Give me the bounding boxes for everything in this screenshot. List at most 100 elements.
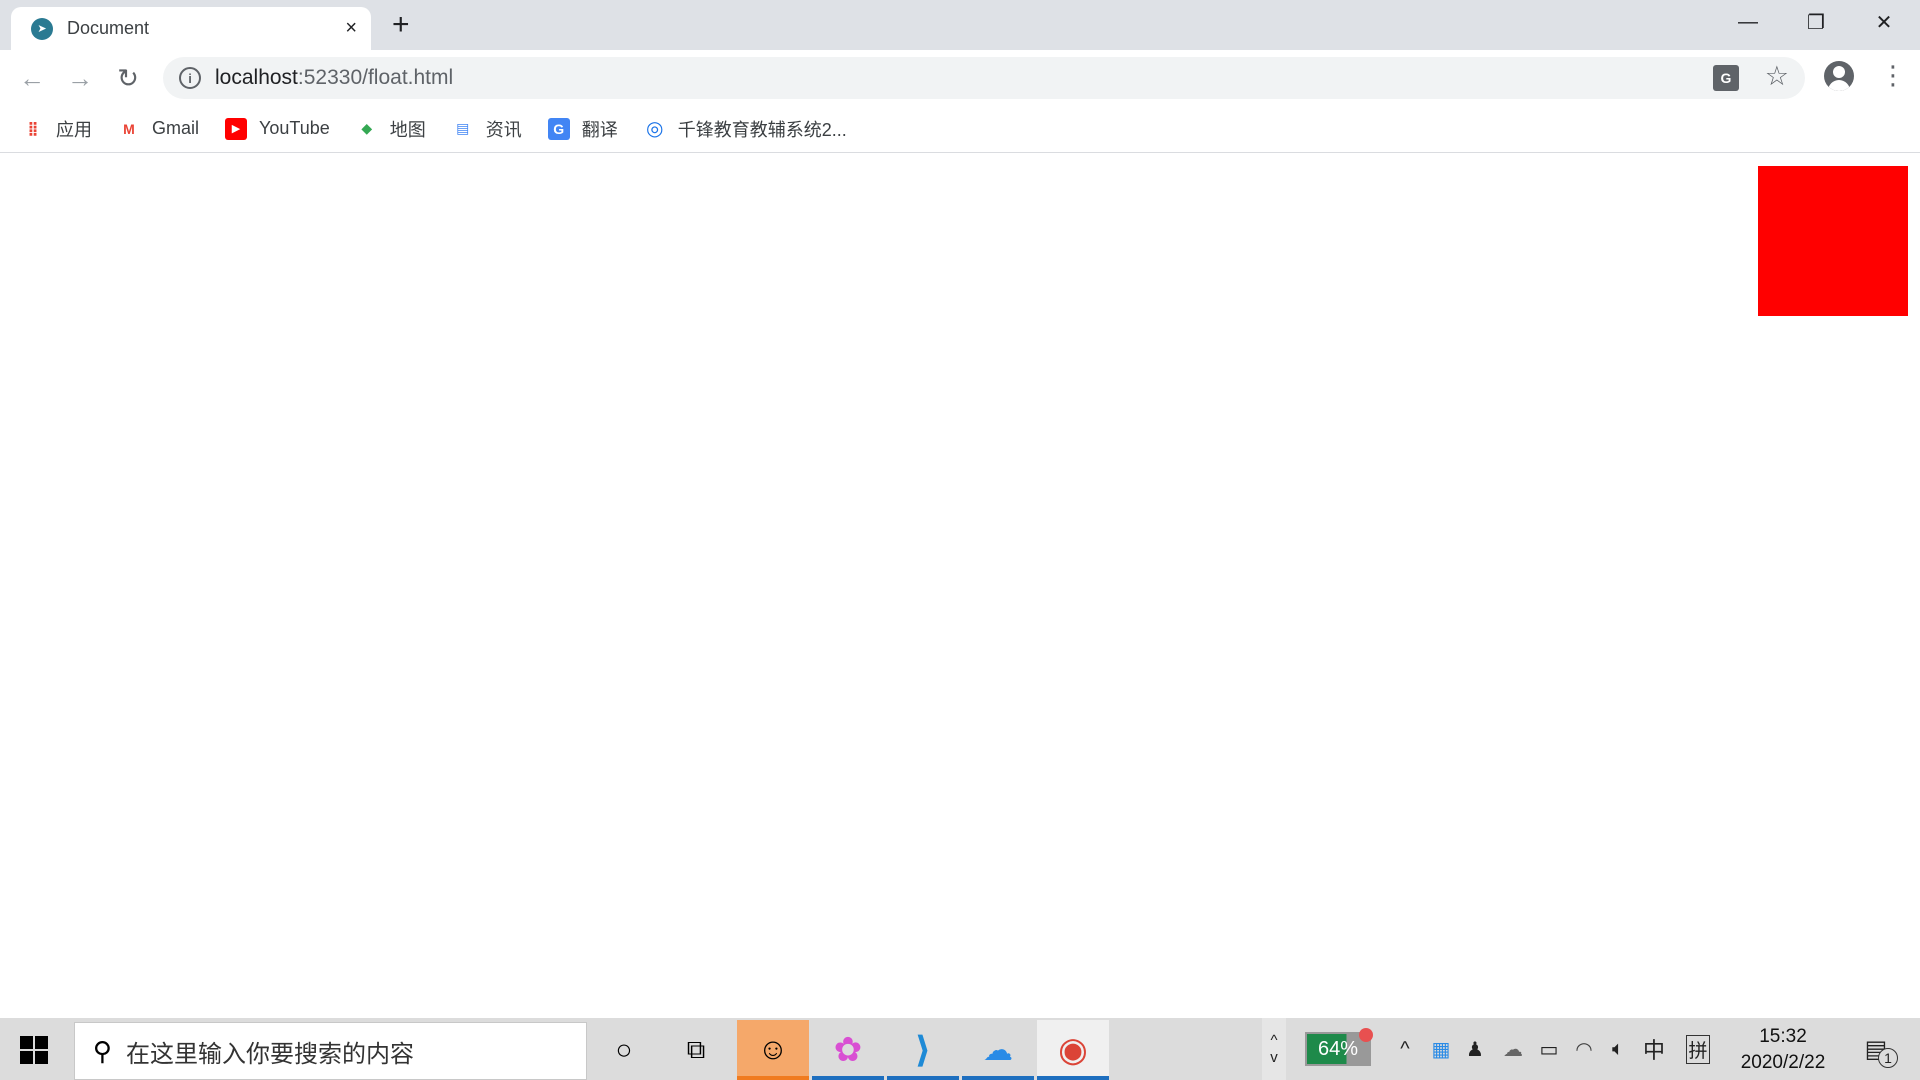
tab-document[interactable]: ➤ Document × [11, 7, 371, 50]
url-host: localhost [215, 66, 298, 89]
ime-mode-label: 拼 [1686, 1034, 1710, 1064]
taskbar-app-avatar[interactable]: ☺ [737, 1020, 809, 1080]
reload-icon: ↻ [117, 62, 139, 93]
bookmark-news[interactable]: ▤ 资讯 [452, 116, 522, 142]
search-placeholder: 在这里输入你要搜索的内容 [126, 1040, 415, 1068]
minimize-icon: — [1738, 10, 1758, 33]
battery-percent: 64% [1317, 1037, 1359, 1060]
running-indicator [812, 1076, 884, 1080]
bookmark-maps[interactable]: ◆ 地图 [356, 116, 425, 142]
avatar-app-icon: ☺ [757, 1033, 789, 1066]
apps-grid-icon: ⣿ [27, 120, 39, 136]
tray-volume[interactable]: 🔈︎ [1604, 1018, 1632, 1080]
url-path: :52330/float.html [297, 66, 454, 89]
chevron-up-icon: ^ [1400, 1037, 1410, 1060]
task-view-icon: ⧉ [686, 1034, 706, 1064]
bookmark-label: YouTube [259, 118, 330, 138]
bookmark-youtube[interactable]: ▶ YouTube [225, 117, 330, 140]
profile-avatar-icon[interactable] [1824, 61, 1854, 91]
running-indicator [962, 1076, 1034, 1080]
avatar-body [1828, 80, 1850, 91]
close-window-button[interactable]: ✕ [1850, 0, 1918, 44]
close-tab-icon[interactable]: × [345, 17, 357, 40]
tray-qq[interactable]: ♟ [1462, 1018, 1488, 1080]
wifi-icon: ◠ [1575, 1038, 1593, 1061]
scroll-down-icon[interactable]: v [1270, 1049, 1278, 1066]
notification-count-badge: 1 [1878, 1048, 1898, 1068]
page-content [0, 154, 1920, 1018]
url-text[interactable]: localhost:52330/float.html [215, 66, 453, 90]
bookmark-label: 千锋教育教辅系统2... [677, 119, 847, 140]
qq-penguin-icon: ♟ [1466, 1038, 1484, 1061]
show-hidden-icons-button[interactable]: ^ [1392, 1018, 1418, 1080]
battery-icon: ▭ [1539, 1038, 1559, 1061]
ime-language[interactable]: 中 [1640, 1018, 1668, 1080]
taskbar-search-input[interactable]: ⚲ 在这里输入你要搜索的内容 [74, 1022, 587, 1080]
running-indicator [1037, 1076, 1109, 1080]
restore-icon: ❐ [1807, 11, 1825, 34]
cloud-sync-icon: ▦ [1431, 1038, 1451, 1061]
maps-icon: ◆ [361, 120, 373, 136]
site-info-icon[interactable]: i [179, 67, 201, 89]
tab-title: Document [67, 18, 150, 38]
avatar-head [1833, 66, 1845, 78]
ime-language-label: 中 [1642, 1038, 1665, 1063]
bookmark-star-icon[interactable]: ☆ [1765, 61, 1789, 92]
tab-strip: ➤ Document × + — ❐ ✕ [0, 0, 1920, 50]
taskbar-app-chrome[interactable]: ◉ [1037, 1020, 1109, 1080]
gmail-icon: M [123, 120, 135, 137]
onedrive-cloud-icon: ☁ [1503, 1038, 1523, 1061]
action-center-button[interactable]: ▤ 1 [1856, 1018, 1898, 1080]
bookmark-label: 翻译 [581, 119, 618, 140]
page-favicon-icon: ➤ [31, 17, 53, 40]
tray-wifi[interactable]: ◠ [1570, 1018, 1598, 1080]
taskbar-app-vscode[interactable]: ⟩ [887, 1020, 959, 1080]
translate-page-icon[interactable]: G [1713, 65, 1739, 91]
news-icon: ▤ [456, 120, 470, 136]
bookmark-label: 资讯 [485, 119, 522, 140]
notification-dot [1359, 1028, 1373, 1042]
minimize-button[interactable]: — [1714, 0, 1782, 44]
task-view-button[interactable]: ⧉ [660, 1020, 732, 1080]
start-button[interactable] [20, 1036, 48, 1064]
taskbar-app-baidu-netdisk[interactable]: ☁ [962, 1020, 1034, 1080]
forward-arrow-icon: → [67, 62, 93, 93]
bookmarks-bar: ⣿ 应用 M Gmail ▶ YouTube ◆ 地图 ▤ 资讯 G 翻译 ◎ 千锋教育教辅系… [0, 105, 1920, 153]
bookmark-translate[interactable]: G 翻译 [547, 116, 618, 142]
new-tab-button[interactable]: + [392, 8, 410, 42]
bookmark-apps[interactable]: ⣿ 应用 [22, 116, 92, 142]
running-indicator [887, 1076, 959, 1080]
browser-toolbar: ← → ↻ i localhost:52330/float.html G ☆ ⋮ [0, 50, 1920, 105]
bookmark-label: 应用 [56, 119, 92, 140]
chrome-icon: ◉ [1058, 1031, 1088, 1069]
bookmark-qianfeng[interactable]: ◎ 千锋教育教辅系统2... [644, 116, 847, 142]
tray-onedrive[interactable]: ☁ [1498, 1018, 1528, 1080]
translate-icon: G [547, 117, 570, 140]
reload-button[interactable]: ↻ [110, 62, 146, 94]
scroll-up-icon[interactable]: ^ [1270, 1032, 1277, 1049]
windows-taskbar: ⚲ 在这里输入你要搜索的内容 ○ ⧉ ☺ ✿ ⟩ ☁ ◉ ^ v 64% ^ ▦… [0, 1018, 1920, 1080]
youtube-icon: ▶ [225, 117, 248, 140]
tray-sync-app[interactable]: ▦ [1428, 1018, 1454, 1080]
close-icon: ✕ [1875, 11, 1893, 34]
floated-red-box [1758, 166, 1908, 316]
taskbar-app-clover[interactable]: ✿ [812, 1020, 884, 1080]
tray-battery[interactable]: ▭ [1534, 1018, 1564, 1080]
clover-app-icon: ✿ [833, 1031, 863, 1069]
qianfeng-icon: ◎ [646, 118, 664, 140]
cortana-button[interactable]: ○ [588, 1020, 660, 1080]
restore-button[interactable]: ❐ [1782, 0, 1850, 44]
clock-time: 15:32 [1759, 1026, 1807, 1047]
browser-menu-icon[interactable]: ⋮ [1880, 60, 1906, 90]
back-button[interactable]: ← [14, 62, 50, 94]
taskbar-clock[interactable]: 15:32 2020/2/22 [1728, 1024, 1838, 1076]
tray-scroll[interactable]: ^ v [1262, 1018, 1286, 1080]
vscode-icon: ⟩ [914, 1029, 932, 1070]
forward-button[interactable]: → [62, 62, 98, 94]
clock-date: 2020/2/22 [1740, 1052, 1826, 1073]
ime-mode[interactable]: 拼 [1684, 1018, 1712, 1080]
cortana-icon: ○ [615, 1034, 633, 1065]
bookmark-gmail[interactable]: M Gmail [118, 118, 199, 140]
address-bar[interactable]: i localhost:52330/float.html G ☆ [163, 57, 1805, 99]
active-indicator [737, 1076, 809, 1080]
